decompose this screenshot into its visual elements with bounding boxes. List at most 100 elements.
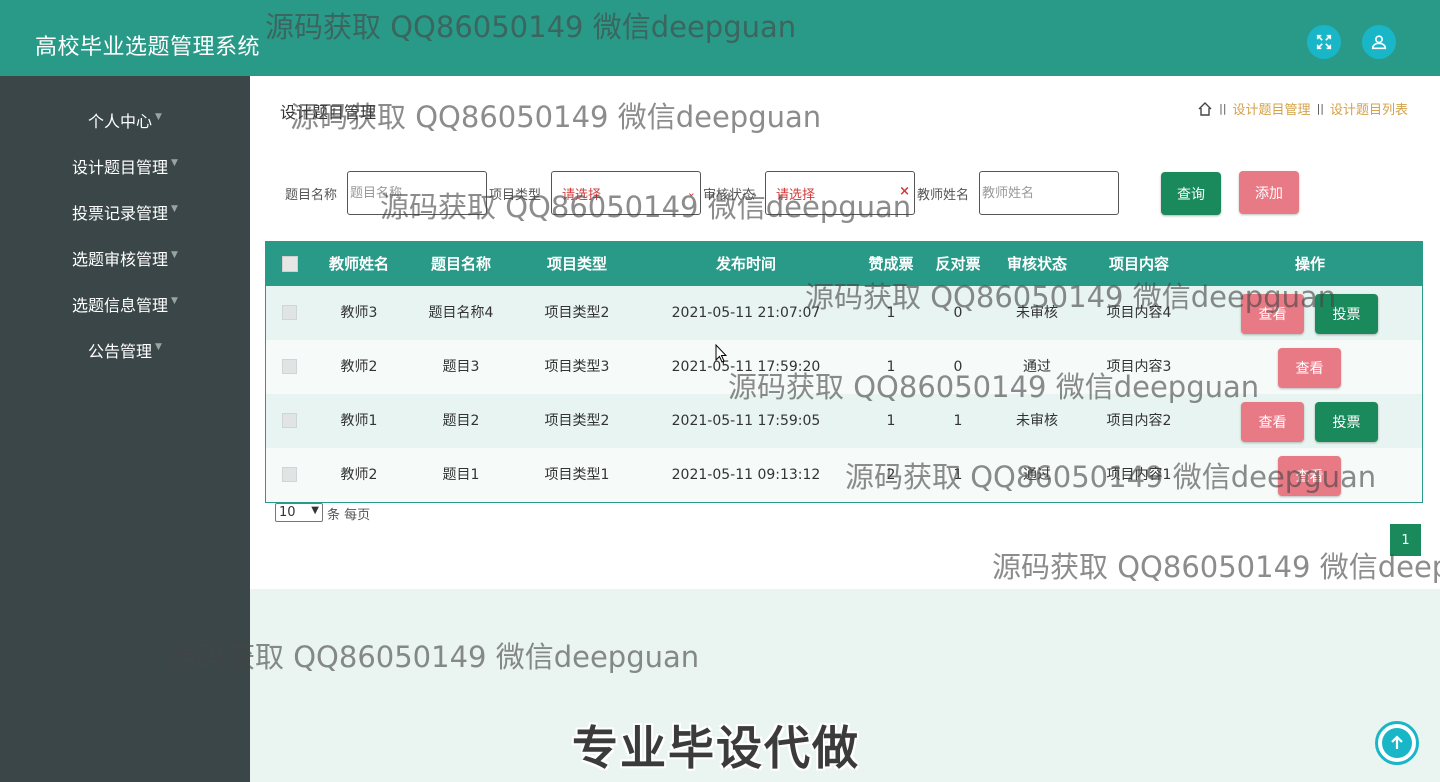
page-title: 设计题目管理 [280,103,377,122]
sidebar-item-selection-review[interactable]: 选题审核管理 ▼ [0,238,250,278]
add-button[interactable]: 添加 [1239,171,1299,214]
query-button[interactable]: 查询 [1161,172,1221,215]
home-icon[interactable] [1197,101,1213,117]
page-number-button[interactable]: 1 [1390,524,1421,556]
clear-icon[interactable]: × [899,184,910,199]
cell-status: 通过 [1023,359,1051,375]
vote-button[interactable]: 投票 [1315,294,1378,334]
arrow-up-icon [1382,728,1412,758]
cell-no-votes: 0 [953,305,963,321]
cell-yes-votes: 1 [886,413,896,429]
row-checkbox[interactable] [282,359,297,374]
table-row: 教师1 题目2 项目类型2 2021-05-11 17:59:05 1 1 未审… [266,394,1422,448]
chevron-down-icon: ⌄ [686,186,696,199]
sidebar-item-label: 投票记录管理 [72,204,169,223]
cell-type: 项目类型3 [544,359,610,375]
cell-status: 未审核 [1016,413,1058,429]
table-row: 教师2 题目3 项目类型3 2021-05-11 17:59:20 1 0 通过… [266,340,1422,394]
status-filter-label: 审核状态 [703,188,756,203]
column-header[interactable]: 教师姓名 [312,242,406,286]
user-button[interactable] [1362,25,1396,59]
cell-time: 2021-05-11 09:13:12 [671,467,821,483]
column-header[interactable]: 项目内容 [1088,242,1190,286]
table-row: 教师3 题目名称4 项目类型2 2021-05-11 21:07:07 1 0 … [266,286,1422,340]
sidebar-item-label: 公告管理 [88,342,153,361]
page-size-select[interactable]: 10 ▼ [275,503,323,522]
column-header[interactable]: 赞成票 [856,242,926,286]
status-select-placeholder: 请选择 [776,187,816,203]
teacher-search-input[interactable] [982,185,1118,201]
cell-content: 项目内容4 [1106,305,1172,321]
fullscreen-button[interactable] [1307,25,1341,59]
view-button[interactable]: 查看 [1241,294,1304,334]
cell-content: 项目内容3 [1106,359,1172,375]
row-checkbox[interactable] [282,467,297,482]
cell-yes-votes: 1 [886,359,896,375]
app-title: 高校毕业选题管理系统 [35,35,261,60]
page-size-suffix: 条 每页 [327,508,371,523]
cell-status: 未审核 [1016,305,1058,321]
cell-yes-votes: 2 [886,467,896,483]
type-filter-label: 项目类型 [489,188,542,203]
cell-no-votes: 1 [953,413,963,429]
expand-arrows-icon [1316,34,1332,50]
cell-type: 项目类型2 [544,413,610,429]
title-filter-label: 题目名称 [285,188,338,203]
breadcrumb: || 设计题目管理 || 设计题目列表 [1197,99,1408,118]
cell-title: 题目1 [442,467,480,483]
cell-title: 题目3 [442,359,480,375]
cell-no-votes: 1 [953,467,963,483]
type-select-placeholder: 请选择 [562,187,602,203]
cell-teacher: 教师2 [340,359,378,375]
sidebar-item-label: 选题信息管理 [72,296,169,315]
breadcrumb-link-topic-management[interactable]: 设计题目管理 [1233,99,1311,118]
cell-teacher: 教师1 [340,413,378,429]
mouse-cursor-icon [715,344,727,363]
breadcrumb-link-topic-list[interactable]: 设计题目列表 [1330,99,1408,118]
sidebar: 个人中心 ▼ 设计题目管理 ▼ 投票记录管理 ▼ 选题审核管理 ▼ 选题信息管理 ▼ 公告… [0,76,250,782]
column-header[interactable]: 反对票 [926,242,990,286]
sidebar-item-label: 个人中心 [88,112,153,131]
top-header: 高校毕业选题管理系统 [0,0,1440,76]
column-header[interactable]: 项目类型 [522,242,632,286]
sidebar-item-label: 设计题目管理 [72,158,169,177]
title-filter-field[interactable] [347,171,487,215]
row-checkbox[interactable] [282,413,297,428]
column-header[interactable]: 题目名称 [412,242,510,286]
select-all-checkbox[interactable] [282,256,298,272]
title-search-input[interactable] [350,185,486,201]
table-header: 教师姓名 题目名称 项目类型 发布时间 赞成票 反对票 审核状态 项目内容 操作 [266,242,1422,286]
type-select[interactable]: 请选择 ⌄ [551,171,701,215]
user-icon [1371,35,1387,50]
cell-time: 2021-05-11 17:59:20 [671,359,821,375]
sidebar-item-topic-management[interactable]: 设计题目管理 ▼ [0,146,250,186]
column-header[interactable]: 发布时间 [646,242,846,286]
teacher-filter-field[interactable] [979,171,1119,215]
cell-title: 题目2 [442,413,480,429]
caret-down-icon: ▼ [171,158,178,168]
chevron-down-icon: ▼ [311,505,319,516]
cell-no-votes: 0 [953,359,963,375]
view-button[interactable]: 查看 [1241,402,1304,442]
cell-type: 项目类型1 [544,467,610,483]
view-button[interactable]: 查看 [1278,456,1341,496]
scroll-to-top-button[interactable] [1375,721,1419,765]
cell-content: 项目内容2 [1106,413,1172,429]
sidebar-item-selection-info[interactable]: 选题信息管理 ▼ [0,284,250,324]
breadcrumb-separator: || [1316,102,1324,115]
topic-table: 教师姓名 题目名称 项目类型 发布时间 赞成票 反对票 审核状态 项目内容 操作… [265,241,1423,503]
caret-down-icon: ▼ [171,250,178,260]
page-size-value: 10 [279,505,296,520]
sidebar-item-vote-records[interactable]: 投票记录管理 ▼ [0,192,250,232]
teacher-filter-label: 教师姓名 [917,188,970,203]
caret-down-icon: ▼ [155,342,162,352]
breadcrumb-separator: || [1219,102,1227,115]
column-header[interactable]: 审核状态 [992,242,1082,286]
status-select[interactable]: 请选择 × [765,171,915,215]
sidebar-item-announcements[interactable]: 公告管理 ▼ [0,330,250,370]
caret-down-icon: ▼ [171,204,178,214]
vote-button[interactable]: 投票 [1315,402,1378,442]
sidebar-item-personal-center[interactable]: 个人中心 ▼ [0,100,250,140]
view-button[interactable]: 查看 [1278,348,1341,388]
row-checkbox[interactable] [282,305,297,320]
